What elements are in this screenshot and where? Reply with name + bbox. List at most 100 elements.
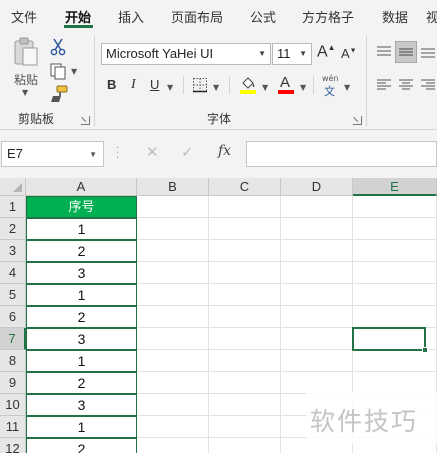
cell-a3[interactable]: 2 <box>26 240 137 262</box>
fill-color-icon[interactable] <box>239 75 257 95</box>
phonetic-dropdown-icon[interactable]: ▼ <box>344 83 350 92</box>
name-box-dropdown-icon[interactable]: ▼ <box>89 150 97 159</box>
cell-b7[interactable] <box>137 328 209 350</box>
cell-c12[interactable] <box>209 438 281 453</box>
underline-dropdown-icon[interactable]: ▼ <box>167 83 173 92</box>
row-header-7[interactable]: 7 <box>0 328 26 350</box>
font-size-dropdown-icon[interactable]: ▼ <box>299 49 307 58</box>
tab-data[interactable]: 数据 <box>382 7 408 26</box>
tab-home[interactable]: 开始 <box>65 7 91 26</box>
row-header-4[interactable]: 4 <box>0 262 26 284</box>
cell-a6[interactable]: 2 <box>26 306 137 328</box>
cut-icon[interactable] <box>49 38 67 56</box>
cell-e2[interactable] <box>353 218 437 240</box>
tab-formulas[interactable]: 公式 <box>250 7 276 26</box>
cell-b3[interactable] <box>137 240 209 262</box>
tab-view[interactable]: 视 <box>426 7 437 26</box>
cell-b10[interactable] <box>137 394 209 416</box>
cell-d2[interactable] <box>281 218 353 240</box>
column-header-d[interactable]: D <box>281 178 353 196</box>
row-header-5[interactable]: 5 <box>0 284 26 306</box>
font-size-combo[interactable]: 11 ▼ <box>272 43 312 65</box>
tab-file[interactable]: 文件 <box>11 7 37 26</box>
formula-input[interactable] <box>246 141 437 167</box>
enter-entry-icon[interactable]: ✓ <box>181 143 194 161</box>
cell-c2[interactable] <box>209 218 281 240</box>
cell-a11[interactable]: 1 <box>26 416 137 438</box>
cell-a12[interactable]: 2 <box>26 438 137 453</box>
cell-b9[interactable] <box>137 372 209 394</box>
decrease-font-size-button[interactable]: A▼ <box>341 46 357 61</box>
cell-d5[interactable] <box>281 284 353 306</box>
cell-b2[interactable] <box>137 218 209 240</box>
phonetic-guide-icon[interactable]: wén 文 <box>321 74 341 98</box>
cell-d8[interactable] <box>281 350 353 372</box>
cell-d6[interactable] <box>281 306 353 328</box>
cell-d9[interactable] <box>281 372 353 394</box>
paste-dropdown-icon[interactable]: ▼ <box>22 88 28 97</box>
copy-dropdown-icon[interactable]: ▼ <box>71 67 77 76</box>
cell-e9[interactable] <box>353 372 437 394</box>
cell-c5[interactable] <box>209 284 281 306</box>
borders-icon[interactable] <box>192 77 208 93</box>
cell-e5[interactable] <box>353 284 437 306</box>
cell-e4[interactable] <box>353 262 437 284</box>
cell-a5[interactable]: 1 <box>26 284 137 306</box>
cell-c3[interactable] <box>209 240 281 262</box>
paste-icon[interactable] <box>12 36 40 68</box>
align-middle-icon[interactable] <box>395 41 417 63</box>
align-left-icon[interactable] <box>375 76 393 94</box>
cell-c8[interactable] <box>209 350 281 372</box>
tab-fangfang-gezi[interactable]: 方方格子 <box>302 7 354 26</box>
cell-c10[interactable] <box>209 394 281 416</box>
font-name-combo[interactable]: Microsoft YaHei UI ▼ <box>101 43 271 65</box>
font-color-icon[interactable]: A <box>277 74 295 96</box>
row-header-8[interactable]: 8 <box>0 350 26 372</box>
font-name-dropdown-icon[interactable]: ▼ <box>258 49 266 58</box>
fill-color-dropdown-icon[interactable]: ▼ <box>262 83 268 92</box>
cell-a4[interactable]: 3 <box>26 262 137 284</box>
cell-a9[interactable]: 2 <box>26 372 137 394</box>
tab-page-layout[interactable]: 页面布局 <box>171 7 223 26</box>
cell-e1[interactable] <box>353 196 437 218</box>
row-header-3[interactable]: 3 <box>0 240 26 262</box>
row-header-12[interactable]: 12 <box>0 438 26 453</box>
cell-a7[interactable]: 3 <box>26 328 137 350</box>
cell-d3[interactable] <box>281 240 353 262</box>
name-box[interactable]: E7 ▼ <box>1 141 104 167</box>
cell-d4[interactable] <box>281 262 353 284</box>
bold-button[interactable]: B <box>107 77 116 92</box>
cell-b8[interactable] <box>137 350 209 372</box>
cell-b12[interactable] <box>137 438 209 453</box>
align-bottom-icon[interactable] <box>419 43 437 61</box>
cell-b6[interactable] <box>137 306 209 328</box>
row-header-2[interactable]: 2 <box>0 218 26 240</box>
cell-a2[interactable]: 1 <box>26 218 137 240</box>
cell-c9[interactable] <box>209 372 281 394</box>
cell-a8[interactable]: 1 <box>26 350 137 372</box>
cell-c7[interactable] <box>209 328 281 350</box>
format-painter-icon[interactable] <box>50 85 68 103</box>
row-header-1[interactable]: 1 <box>0 196 26 218</box>
cell-d1[interactable] <box>281 196 353 218</box>
column-header-a[interactable]: A <box>26 178 137 196</box>
cell-b1[interactable] <box>137 196 209 218</box>
fill-handle[interactable] <box>422 347 428 353</box>
increase-font-size-button[interactable]: A▲ <box>317 43 336 61</box>
cell-c11[interactable] <box>209 416 281 438</box>
cell-c6[interactable] <box>209 306 281 328</box>
borders-dropdown-icon[interactable]: ▼ <box>213 83 219 92</box>
cell-c1[interactable] <box>209 196 281 218</box>
font-color-dropdown-icon[interactable]: ▼ <box>300 83 306 92</box>
cancel-entry-icon[interactable]: ✕ <box>146 143 159 161</box>
cell-d7[interactable] <box>281 328 353 350</box>
cell-a10[interactable]: 3 <box>26 394 137 416</box>
cell-a1-header[interactable]: 序号 <box>26 196 137 218</box>
select-all-button[interactable] <box>0 178 26 196</box>
cell-e6[interactable] <box>353 306 437 328</box>
cell-b11[interactable] <box>137 416 209 438</box>
row-header-6[interactable]: 6 <box>0 306 26 328</box>
tab-insert[interactable]: 插入 <box>118 7 144 26</box>
cell-e8[interactable] <box>353 350 437 372</box>
formula-bar-grip-icon[interactable]: · · · <box>116 144 119 164</box>
